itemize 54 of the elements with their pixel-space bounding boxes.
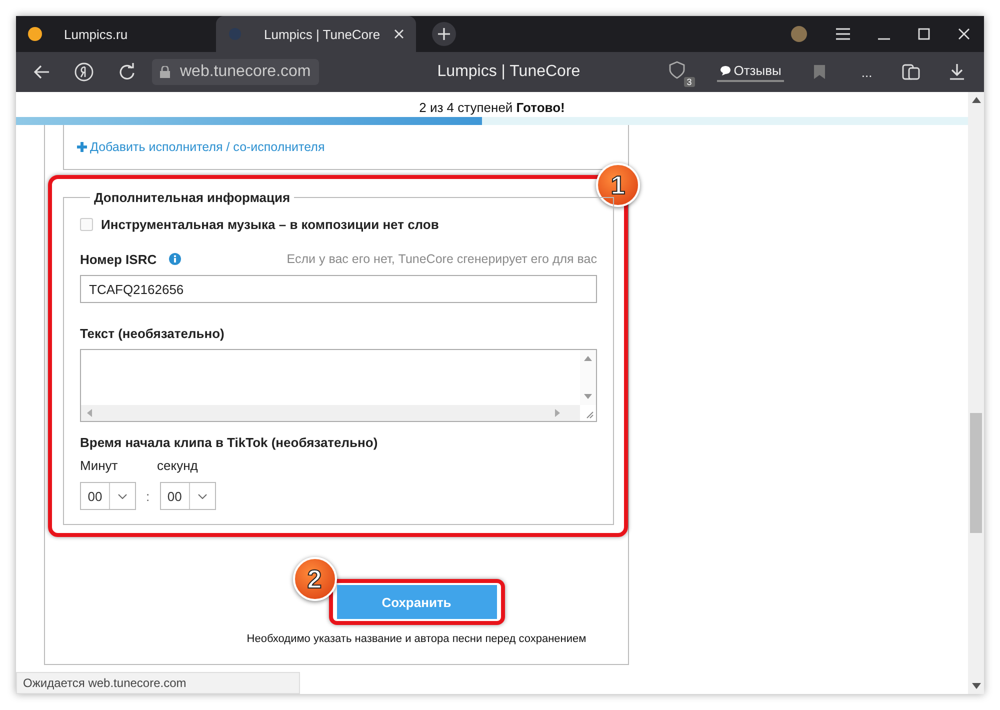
back-icon[interactable] <box>34 65 50 79</box>
collections-icon[interactable] <box>902 63 920 81</box>
reviews-button[interactable]: Отзывы <box>716 62 784 82</box>
checkbox[interactable] <box>80 218 93 230</box>
resize-grip-icon[interactable] <box>584 409 594 419</box>
minutes-select[interactable]: 00 <box>80 482 136 510</box>
browser-tab[interactable]: Lumpics | TuneCore <box>216 16 416 52</box>
scrollbar-thumb[interactable] <box>970 413 982 533</box>
hint-text: Если у вас его нет, TuneCore сгенерирует его для вас <box>286 252 597 266</box>
status-bar: Ожидается web.tunecore.com <box>16 672 300 694</box>
chevron-down-icon <box>198 494 207 498</box>
progress-text: 2 из 4 ступеней Готово! <box>418 99 566 117</box>
address-field[interactable]: web.tunecore.com <box>152 59 319 85</box>
scroll-down-icon[interactable] <box>584 394 592 399</box>
lyrics-field[interactable] <box>80 349 597 422</box>
field-label: Номер ISRC <box>80 252 157 266</box>
field-label: Время начала клипа в TikTok (необязательно) <box>80 435 379 450</box>
scrollbar[interactable] <box>968 92 984 694</box>
avatar-icon[interactable] <box>790 25 808 43</box>
download-icon[interactable] <box>950 64 964 80</box>
checkbox-label: Инструментальная музыка – в композиции нет слов <box>101 216 439 232</box>
section-title: Дополнительная информация <box>93 190 292 205</box>
close-icon[interactable] <box>394 29 404 39</box>
menu-icon[interactable] <box>836 28 850 40</box>
seconds-select[interactable]: 00 <box>160 482 216 510</box>
scroll-up-icon[interactable] <box>972 97 980 103</box>
scroll-up-icon[interactable] <box>584 356 592 361</box>
more-button[interactable]: ... <box>861 64 872 80</box>
plus-icon <box>77 142 87 152</box>
shield-icon[interactable] <box>668 61 685 79</box>
new-tab-icon[interactable] <box>432 22 456 46</box>
chevron-down-icon <box>118 494 127 498</box>
browser-tab[interactable]: Lumpics.ru <box>16 16 216 52</box>
info-icon[interactable] <box>168 253 181 265</box>
save-note: Необходимо указать название и автора песни перед сохранением <box>246 633 586 645</box>
maximize-icon[interactable] <box>918 28 930 40</box>
add-artist-link[interactable]: Добавить исполнителя / со-исполнителя <box>77 140 325 154</box>
minutes-label: Минут <box>80 458 119 473</box>
yandex-circle-icon[interactable] <box>74 62 94 82</box>
isrc-field[interactable]: TCAFQ2162656 <box>80 275 597 303</box>
bookmark-icon[interactable] <box>814 65 826 79</box>
time-separator: : <box>146 488 150 504</box>
page-title: Lumpics | TuneCore <box>436 63 582 81</box>
seconds-label: секунд <box>157 458 198 473</box>
lock-icon <box>160 66 170 78</box>
step-number-badge: 1 <box>596 163 640 207</box>
step-number-badge: 2 <box>292 557 336 601</box>
reload-icon[interactable] <box>118 63 136 81</box>
close-icon[interactable] <box>958 28 970 40</box>
field-label: Текст (необязательно) <box>80 326 226 341</box>
site-logo-icon <box>28 27 42 41</box>
count-badge: 3 <box>684 77 695 87</box>
scroll-down-icon[interactable] <box>972 683 980 689</box>
speech-bubble-icon <box>720 64 731 76</box>
